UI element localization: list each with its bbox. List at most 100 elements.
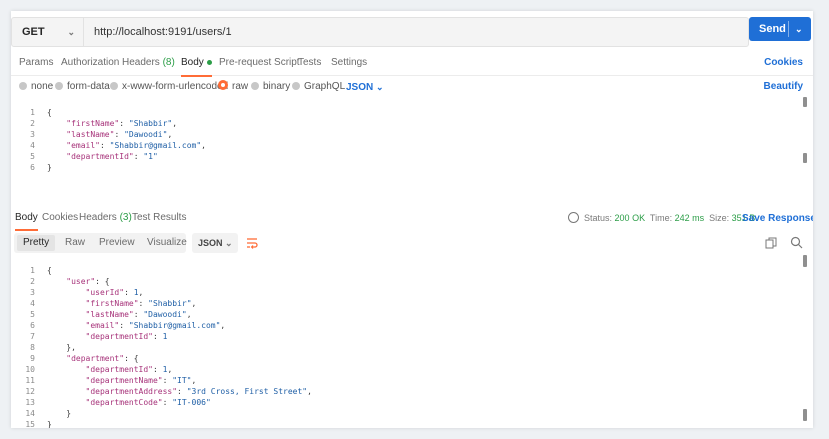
- option-label: binary: [263, 81, 291, 92]
- view-raw[interactable]: Raw: [59, 235, 91, 251]
- line-number: 1: [30, 108, 35, 117]
- view-pretty[interactable]: Pretty: [17, 235, 56, 251]
- view-preview[interactable]: Preview: [93, 235, 141, 251]
- scrollbar-thumb-top[interactable]: [803, 97, 807, 107]
- scrollbar-thumb-bottom[interactable]: [803, 153, 807, 163]
- body-option-raw[interactable]: raw: [218, 75, 248, 99]
- method-label: GET: [22, 26, 45, 38]
- code-text: {: [47, 266, 52, 275]
- line-number: 5: [30, 310, 35, 319]
- code-line: 4 "firstName": "Shabbir",: [11, 298, 771, 309]
- radio-selected-icon: [218, 80, 228, 90]
- body-option-graphql[interactable]: GraphQL: [292, 75, 345, 99]
- tab-authorization[interactable]: Authorization: [61, 51, 119, 75]
- line-number: 13: [25, 398, 35, 407]
- request-tabs: Params Authorization Headers (8) Body Pr…: [11, 51, 813, 77]
- save-response-button[interactable]: Save Response ⌄: [742, 207, 813, 229]
- wrap-lines-icon[interactable]: [245, 236, 259, 250]
- response-tab-cookies[interactable]: Cookies: [42, 207, 78, 229]
- scrollbar-thumb-top[interactable]: [803, 255, 807, 267]
- code-line: 5 "departmentId": "1": [11, 151, 771, 162]
- line-number: 9: [30, 354, 35, 363]
- code-line: 2 "user": {: [11, 276, 771, 287]
- line-number: 2: [30, 119, 35, 128]
- code-line: 4 "email": "Shabbir@gmail.com",: [11, 140, 771, 151]
- view-visualize[interactable]: Visualize: [141, 235, 193, 251]
- chevron-down-icon: ⌄: [376, 82, 384, 92]
- body-option-form-data[interactable]: form-data: [55, 75, 110, 99]
- line-number: 8: [30, 343, 35, 352]
- code-text: "department": {: [66, 354, 139, 363]
- headers-count: (8): [162, 57, 175, 68]
- send-divider: [788, 21, 789, 37]
- response-tab-body[interactable]: Body: [15, 207, 38, 231]
- response-view-bar: Pretty Raw Preview Visualize JSON ⌄: [11, 231, 813, 257]
- method-select[interactable]: GET ⌄: [12, 18, 84, 46]
- response-tab-test-results[interactable]: Test Results: [132, 207, 186, 229]
- time-label: Time:: [649, 213, 673, 223]
- body-option-x-www-form-urlencoded[interactable]: x-www-form-urlencoded: [110, 75, 228, 99]
- chevron-down-icon[interactable]: ⌄: [795, 17, 803, 41]
- code-line: 1{: [11, 107, 771, 118]
- response-body-viewer[interactable]: 1{2 "user": {3 "userId": 1, 4 "firstName"…: [11, 255, 813, 428]
- response-tab-headers[interactable]: Headers (3): [79, 207, 132, 229]
- code-text: }: [47, 420, 52, 428]
- body-format-select[interactable]: JSON ⌄: [346, 75, 384, 99]
- code-line: 9 "department": {: [11, 353, 771, 364]
- tab-settings[interactable]: Settings: [331, 51, 367, 75]
- scrollbar-thumb-bottom[interactable]: [803, 409, 807, 421]
- line-number: 14: [25, 409, 35, 418]
- tab-body[interactable]: Body: [181, 51, 212, 77]
- request-url-bar: GET ⌄ http://localhost:9191/users/1: [11, 17, 749, 47]
- headers-count: (3): [119, 212, 132, 223]
- tab-label: Settings: [331, 57, 368, 68]
- line-number: 2: [30, 277, 35, 286]
- option-label: GraphQL: [304, 81, 346, 92]
- code-text: "user": {: [66, 277, 110, 286]
- search-icon[interactable]: [790, 236, 803, 249]
- code-line: 11 "departmentName": "IT",: [11, 375, 771, 386]
- beautify-link[interactable]: Beautify: [764, 81, 803, 92]
- format-label: JSON: [346, 82, 374, 93]
- code-text: "lastName": "Dawoodi",: [66, 130, 173, 139]
- tab-label: Authorization: [61, 57, 120, 68]
- radio-icon: [251, 82, 259, 90]
- view-mode-segmented: Pretty Raw Preview Visualize: [14, 233, 187, 253]
- code-text: "departmentName": "IT",: [85, 376, 197, 385]
- code-line: 5 "lastName": "Dawoodi",: [11, 309, 771, 320]
- code-text: },: [47, 343, 76, 352]
- code-text: {: [47, 108, 52, 117]
- chevron-down-icon: ⌄: [67, 27, 75, 37]
- tab-tests[interactable]: Tests: [298, 51, 321, 75]
- body-option-none[interactable]: none: [19, 75, 53, 99]
- code-text: "departmentId": 1,: [85, 365, 173, 374]
- option-label: x-www-form-urlencoded: [122, 81, 229, 92]
- response-format-select[interactable]: JSON ⌄: [192, 233, 238, 253]
- code-line: 8 },: [11, 342, 771, 353]
- send-button[interactable]: Send ⌄: [749, 17, 811, 41]
- tab-pre-request-script[interactable]: Pre-request Script: [219, 51, 300, 75]
- request-body-editor[interactable]: 1{2 "firstName": "Shabbir", 3 "lastName":…: [11, 97, 813, 205]
- code-text: "departmentCode": "IT-006": [85, 398, 211, 407]
- radio-icon: [110, 82, 118, 90]
- code-line: 7 "departmentId": 1: [11, 331, 771, 342]
- body-option-binary[interactable]: binary: [251, 75, 290, 99]
- globe-icon[interactable]: [568, 212, 579, 223]
- code-line: 6}: [11, 162, 771, 173]
- code-line: 15}: [11, 419, 771, 428]
- tab-params[interactable]: Params: [19, 51, 53, 75]
- status-label: Status:: [584, 213, 613, 223]
- code-line: 3 "userId": 1,: [11, 287, 771, 298]
- line-number: 15: [25, 420, 35, 428]
- tab-label: Pre-request Script: [219, 57, 300, 68]
- code-text: "email": "Shabbir@gmail.com",: [85, 321, 226, 330]
- line-number: 3: [30, 130, 35, 139]
- tab-headers[interactable]: Headers (8): [122, 51, 175, 75]
- body-type-options: none form-data x-www-form-urlencoded raw…: [11, 75, 813, 99]
- url-input[interactable]: http://localhost:9191/users/1: [94, 18, 232, 46]
- code-text: }: [47, 163, 52, 172]
- response-meta: Status: 200 OK Time: 242 ms Size: 351 B: [568, 207, 755, 229]
- chevron-down-icon: ⌄: [225, 238, 233, 248]
- copy-icon[interactable]: [765, 237, 777, 249]
- cookies-link[interactable]: Cookies: [764, 57, 803, 68]
